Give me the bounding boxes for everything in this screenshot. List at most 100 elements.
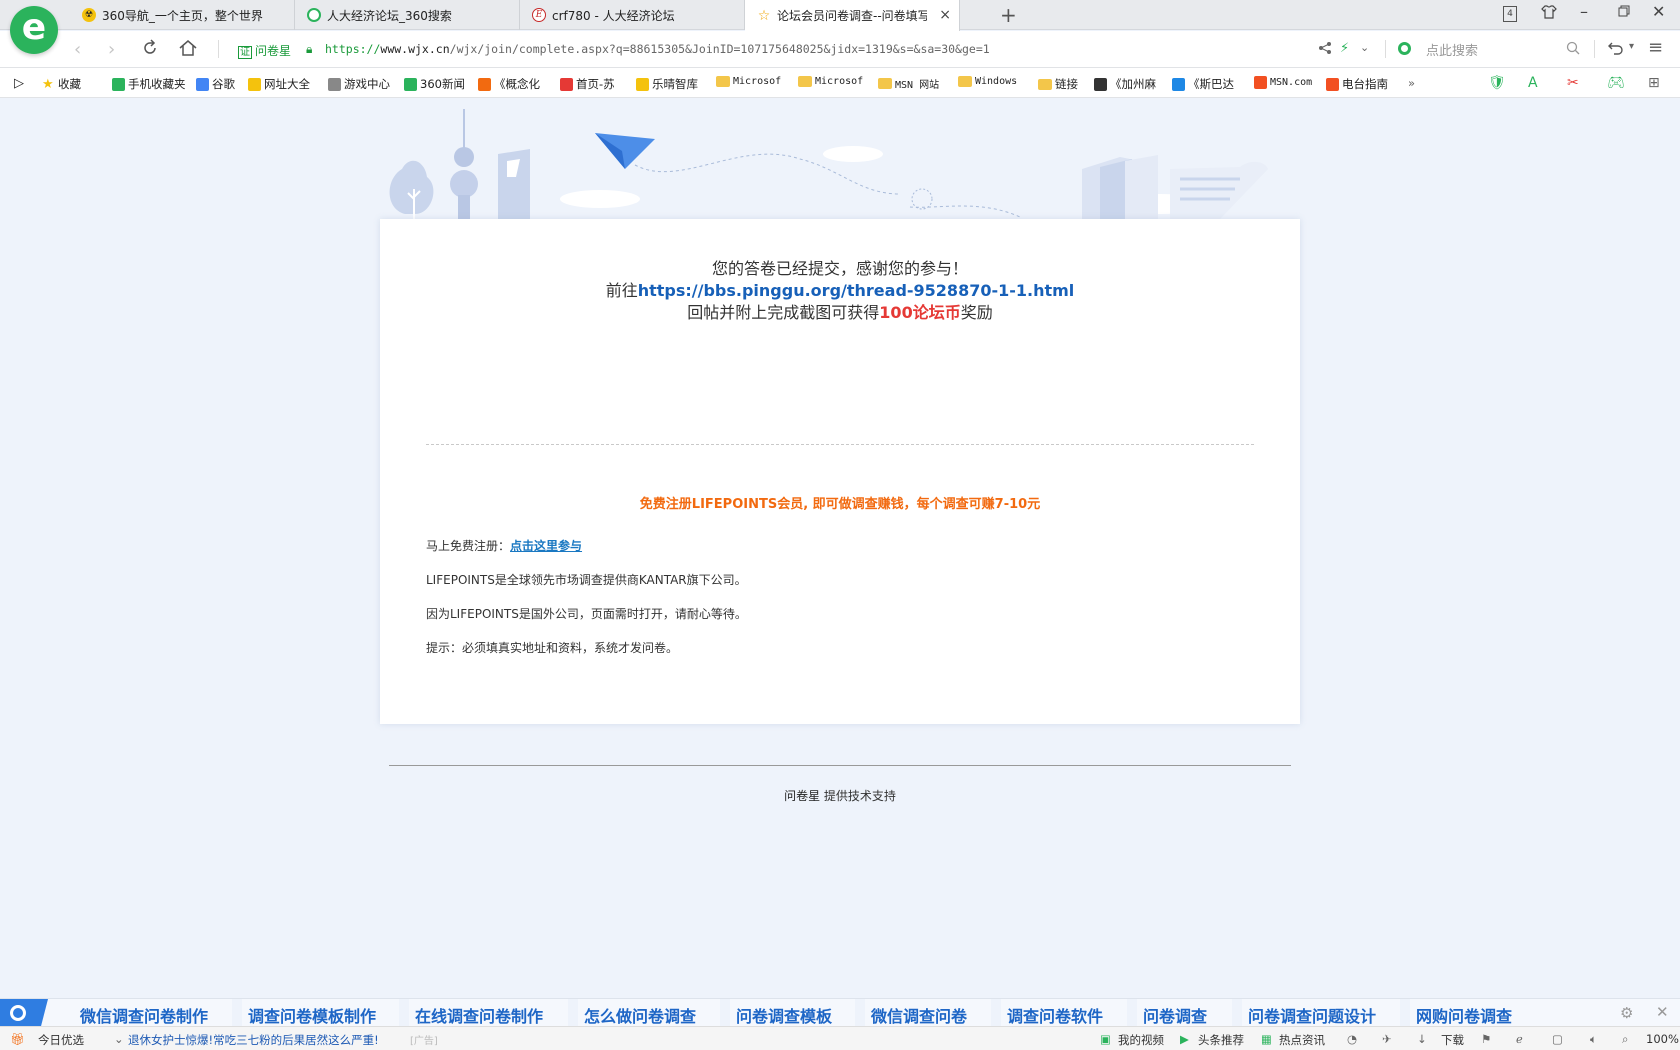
menu-icon[interactable]: ≡ bbox=[1648, 37, 1663, 58]
bookmark-item[interactable]: 《概念化 bbox=[478, 76, 540, 92]
search-icon[interactable] bbox=[1566, 41, 1580, 59]
window-close-icon[interactable]: ✕ bbox=[1652, 2, 1665, 21]
minimize-icon[interactable]: – bbox=[1580, 2, 1588, 21]
gear-icon[interactable]: ⚙ bbox=[1620, 1004, 1633, 1022]
sidebar-toggle-icon[interactable]: ▷ bbox=[14, 76, 24, 91]
footer-brand[interactable]: 问卷星 bbox=[784, 789, 820, 803]
lock-icon[interactable]: 🔒︎ bbox=[306, 42, 312, 57]
bookmark-item[interactable]: Windows bbox=[958, 76, 1017, 87]
search-engine-icon[interactable] bbox=[1398, 42, 1411, 55]
bookmark-item[interactable]: MSN.com bbox=[1254, 76, 1312, 89]
bookmark-label: 链接 bbox=[1055, 77, 1078, 91]
download-button[interactable]: 下载 bbox=[1441, 1032, 1464, 1048]
back-icon[interactable]: ‹ bbox=[74, 39, 81, 60]
keyword-link[interactable]: 问卷调查 bbox=[1143, 1003, 1207, 1027]
bookmark-label: 《斯巴达 bbox=[1188, 77, 1234, 91]
zoom-icon[interactable]: ⌕ bbox=[1622, 1032, 1628, 1047]
bookmark-item[interactable]: 首页-苏 bbox=[560, 76, 615, 92]
bookmark-item[interactable]: 谷歌 bbox=[196, 76, 235, 92]
translate-icon[interactable]: A bbox=[1528, 75, 1538, 91]
pin-icon[interactable]: ✈ bbox=[1382, 1032, 1392, 1046]
bookmark-item[interactable]: 网址大全 bbox=[248, 76, 310, 92]
bookmark-label: Windows bbox=[975, 76, 1018, 87]
keyword-link[interactable]: 在线调查问卷制作 bbox=[415, 1003, 543, 1027]
close-icon[interactable]: ✕ bbox=[1656, 1003, 1669, 1021]
home-icon[interactable] bbox=[178, 39, 198, 62]
footer: 问卷星 提供技术支持 bbox=[784, 789, 896, 803]
scissors-icon[interactable]: ✂ bbox=[1567, 75, 1579, 91]
chevron-down-icon[interactable]: ▾ bbox=[1629, 41, 1634, 52]
bookmark-item[interactable]: 电台指南 bbox=[1326, 76, 1388, 92]
shield-icon[interactable]: 🛡︎ bbox=[1488, 75, 1506, 91]
star-icon: ★ bbox=[42, 76, 54, 92]
zoom-level[interactable]: 100% bbox=[1646, 1032, 1679, 1046]
msn-icon bbox=[1254, 76, 1267, 89]
keyword-link[interactable]: 调查问卷模板制作 bbox=[248, 1003, 376, 1027]
bookmark-item[interactable]: 360新闻 bbox=[404, 76, 465, 92]
hot-news-icon: ▦ bbox=[1261, 1032, 1272, 1046]
keyword-link[interactable]: 微信调查问卷制作 bbox=[80, 1003, 208, 1027]
tab-360-nav[interactable]: ☢ 360导航_一个主页，整个世界 bbox=[70, 0, 295, 30]
bookmark-item[interactable]: 游戏中心 bbox=[328, 76, 390, 92]
bookmark-item[interactable]: MSN 网站 bbox=[878, 76, 939, 91]
completion-card: 您的答卷已经提交，感谢您的参与！ 前往https://bbs.pinggu.or… bbox=[380, 219, 1300, 803]
bookmark-item[interactable]: 手机收藏夹 bbox=[112, 76, 186, 92]
chevron-down-icon[interactable]: ⌄ bbox=[114, 1032, 124, 1046]
thread-link[interactable]: https://bbs.pinggu.org/thread-9528870-1-… bbox=[638, 281, 1075, 300]
bookmark-item[interactable]: Microsof bbox=[798, 76, 863, 87]
volume-icon[interactable]: 🔈︎ bbox=[1590, 1032, 1597, 1047]
share-icon[interactable] bbox=[1318, 41, 1332, 59]
today-picks-button[interactable]: 今日优选 bbox=[38, 1032, 84, 1048]
keyword-link[interactable]: 问卷调查问题设计 bbox=[1248, 1003, 1376, 1027]
bookmarks-bar: ▷ ★ 收藏 手机收藏夹 谷歌 网址大全 游戏中心 360新闻 《概念化 首页-苏 乐晴智库 Mic… bbox=[0, 68, 1680, 98]
news-icon bbox=[404, 77, 417, 91]
bookmarks-more-button[interactable]: » bbox=[1408, 76, 1415, 90]
restore-icon[interactable] bbox=[1617, 4, 1631, 22]
game-icon[interactable]: 🎮︎ bbox=[1607, 75, 1625, 91]
bookmark-item[interactable]: 《加州麻 bbox=[1094, 76, 1156, 92]
news-ticker-link[interactable]: 退休女护士惊爆!常吃三七粉的后果居然这么严重! bbox=[128, 1032, 379, 1048]
site-cert-badge[interactable]: 证问卷星 bbox=[238, 42, 291, 59]
close-icon[interactable]: × bbox=[939, 7, 951, 23]
keyword-link[interactable]: 网购问卷调查 bbox=[1416, 1003, 1512, 1027]
url-input[interactable]: https://www.wjx.cn/wjx/join/complete.asp… bbox=[325, 42, 990, 56]
bookmark-item[interactable]: 《斯巴达 bbox=[1172, 76, 1234, 92]
bookmark-item[interactable]: Microsof bbox=[716, 76, 781, 87]
gamepad-icon bbox=[328, 77, 341, 91]
window-icon[interactable]: ▢ bbox=[1552, 1032, 1563, 1046]
new-tab-button[interactable]: + bbox=[1000, 3, 1017, 27]
skin-icon[interactable] bbox=[1541, 4, 1557, 24]
speed-icon[interactable]: ◔ bbox=[1347, 1032, 1357, 1046]
keyword-link[interactable]: 怎么做问卷调查 bbox=[584, 1003, 696, 1027]
reload-icon[interactable] bbox=[141, 39, 159, 62]
tab-bar: ☢ 360导航_一个主页，整个世界 人大经济论坛_360搜索 E crf780 … bbox=[0, 0, 1680, 31]
tab-survey-complete[interactable]: ☆ 论坛会员问卷调查--问卷填写完成 × bbox=[745, 0, 960, 31]
bookmark-item[interactable]: 链接 bbox=[1038, 76, 1078, 92]
my-video-button[interactable]: 我的视频 bbox=[1118, 1032, 1164, 1048]
tab-360-search[interactable]: 人大经济论坛_360搜索 bbox=[295, 0, 520, 30]
page-content: 您的答卷已经提交，感谢您的参与！ 前往https://bbs.pinggu.or… bbox=[0, 99, 1680, 998]
hot-news-button[interactable]: 热点资讯 bbox=[1279, 1032, 1325, 1048]
ie-icon[interactable]: ℯ bbox=[1516, 1032, 1523, 1046]
grid-icon[interactable]: ⊞ bbox=[1648, 75, 1660, 91]
register-link[interactable]: 点击这里参与 bbox=[510, 539, 582, 553]
info-text-2: 因为LIFEPOINTS是国外公司，页面需时打开，请耐心等待。 bbox=[426, 607, 747, 621]
chevron-down-icon[interactable]: ⌄ bbox=[1360, 41, 1369, 54]
keyword-link[interactable]: 微信调查问卷 bbox=[871, 1003, 967, 1027]
browser-logo-icon[interactable]: e bbox=[10, 6, 58, 54]
folder-icon bbox=[878, 78, 892, 89]
tab-count-button[interactable]: 4 bbox=[1503, 6, 1517, 22]
play-icon: ▶ bbox=[1180, 1032, 1189, 1046]
search-360-icon[interactable] bbox=[0, 999, 48, 1027]
forward-icon[interactable]: › bbox=[108, 39, 115, 60]
tab-crf780[interactable]: E crf780 - 人大经济论坛 bbox=[520, 0, 745, 30]
headline-button[interactable]: 头条推荐 bbox=[1198, 1032, 1244, 1048]
undo-icon[interactable] bbox=[1608, 41, 1624, 59]
keyword-link[interactable]: 问卷调查模板 bbox=[736, 1003, 832, 1027]
flag-icon[interactable]: ⚑ bbox=[1481, 1032, 1491, 1046]
lightning-icon[interactable]: ⚡ bbox=[1340, 41, 1349, 56]
address-bar: ‹ › 证问卷星 🔒︎ https://www.wjx.cn/wjx/join/… bbox=[0, 31, 1680, 68]
bookmark-item[interactable]: 乐晴智库 bbox=[636, 76, 698, 92]
bookmark-item[interactable]: ★ 收藏 bbox=[42, 76, 81, 92]
keyword-link[interactable]: 调查问卷软件 bbox=[1007, 1003, 1103, 1027]
